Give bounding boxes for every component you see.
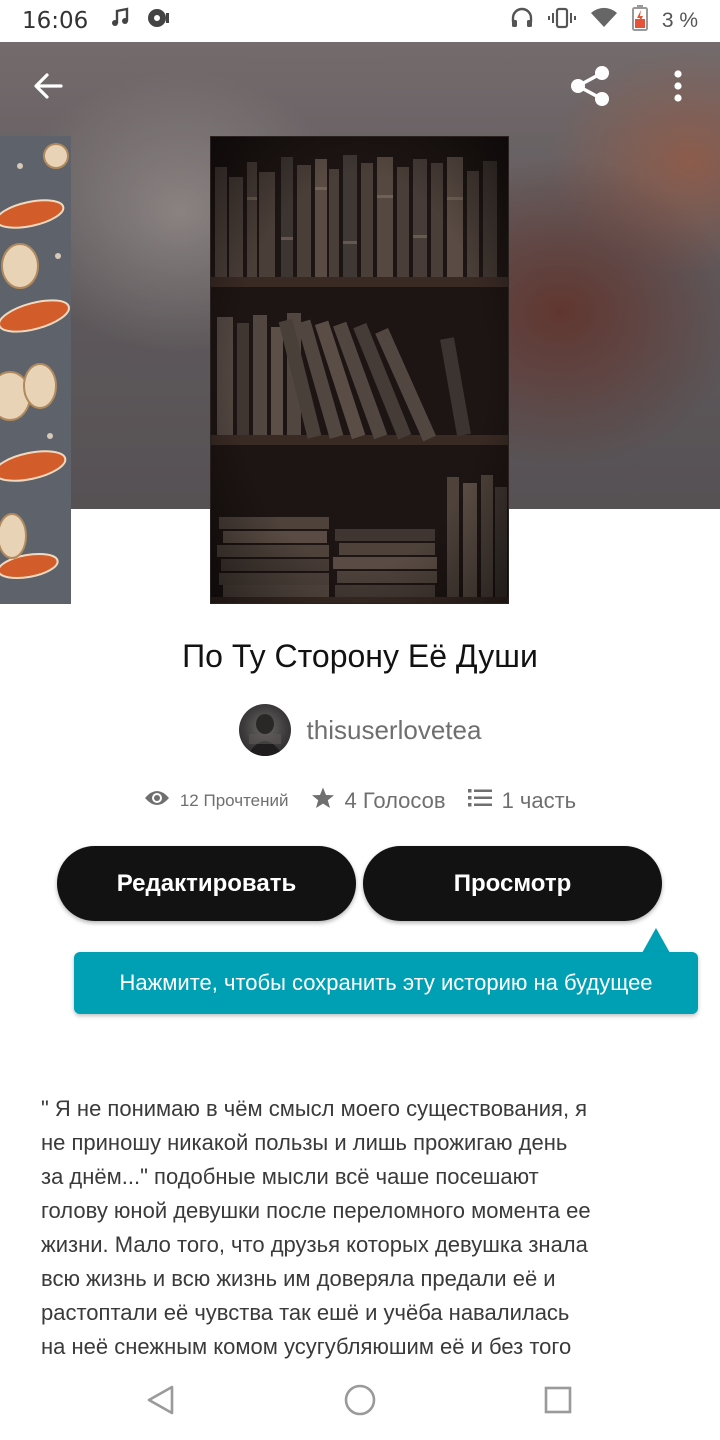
nav-home-icon bbox=[343, 1383, 377, 1422]
status-right-icons: 3 % bbox=[510, 4, 698, 38]
nav-recents-icon bbox=[543, 1385, 573, 1420]
nav-recents-button[interactable] bbox=[538, 1382, 578, 1422]
list-icon bbox=[467, 788, 492, 813]
music-note-icon bbox=[110, 7, 132, 36]
more-vertical-icon bbox=[673, 69, 683, 107]
story-description: " Я не понимаю в чём смысл моего существ… bbox=[41, 1096, 591, 1359]
nav-home-button[interactable] bbox=[340, 1382, 380, 1422]
nav-back-icon bbox=[145, 1384, 175, 1421]
story-cover-image[interactable] bbox=[210, 136, 509, 604]
reads-stat: 12 Прочтений bbox=[144, 789, 289, 812]
story-stats: 12 Прочтений 4 Голосов 1 часть bbox=[0, 786, 720, 815]
preview-button[interactable]: Просмотр bbox=[363, 846, 662, 921]
save-story-tooltip[interactable]: Нажмите, чтобы сохранить эту историю на … bbox=[74, 952, 698, 1014]
wifi-icon bbox=[590, 7, 618, 36]
status-bar: 16:06 3 % bbox=[0, 0, 720, 42]
battery-percent: 3 % bbox=[661, 9, 698, 32]
votes-stat: 4 Голосов bbox=[311, 786, 446, 815]
status-left-icons bbox=[110, 7, 172, 36]
author-row[interactable]: thisuserlovetea bbox=[0, 704, 720, 756]
media-icon bbox=[146, 7, 172, 36]
star-icon bbox=[311, 786, 335, 815]
share-icon bbox=[568, 64, 612, 113]
system-nav-bar bbox=[0, 1362, 720, 1440]
status-time: 16:06 bbox=[22, 8, 89, 34]
nav-back-button[interactable] bbox=[140, 1382, 180, 1422]
parts-stat: 1 часть bbox=[467, 787, 577, 814]
previous-story-cover[interactable] bbox=[0, 136, 71, 604]
reads-count: 12 Прочтений bbox=[179, 790, 289, 810]
headphones-icon bbox=[510, 7, 534, 36]
eye-icon bbox=[144, 789, 170, 812]
votes-count: 4 Голосов bbox=[344, 787, 446, 813]
tooltip-arrow bbox=[642, 928, 670, 953]
back-button[interactable] bbox=[20, 60, 76, 116]
more-options-button[interactable] bbox=[650, 60, 706, 116]
battery-low-icon bbox=[631, 4, 648, 38]
author-avatar[interactable] bbox=[238, 704, 291, 756]
parts-count: 1 часть bbox=[501, 787, 577, 813]
arrow-left-icon bbox=[33, 71, 63, 106]
story-title: По Ту Сторону Её Души bbox=[182, 638, 538, 674]
vibrate-icon bbox=[547, 7, 576, 36]
author-name[interactable]: thisuserlovetea bbox=[307, 715, 482, 746]
share-button[interactable] bbox=[562, 60, 618, 116]
edit-button[interactable]: Редактировать bbox=[57, 846, 356, 921]
